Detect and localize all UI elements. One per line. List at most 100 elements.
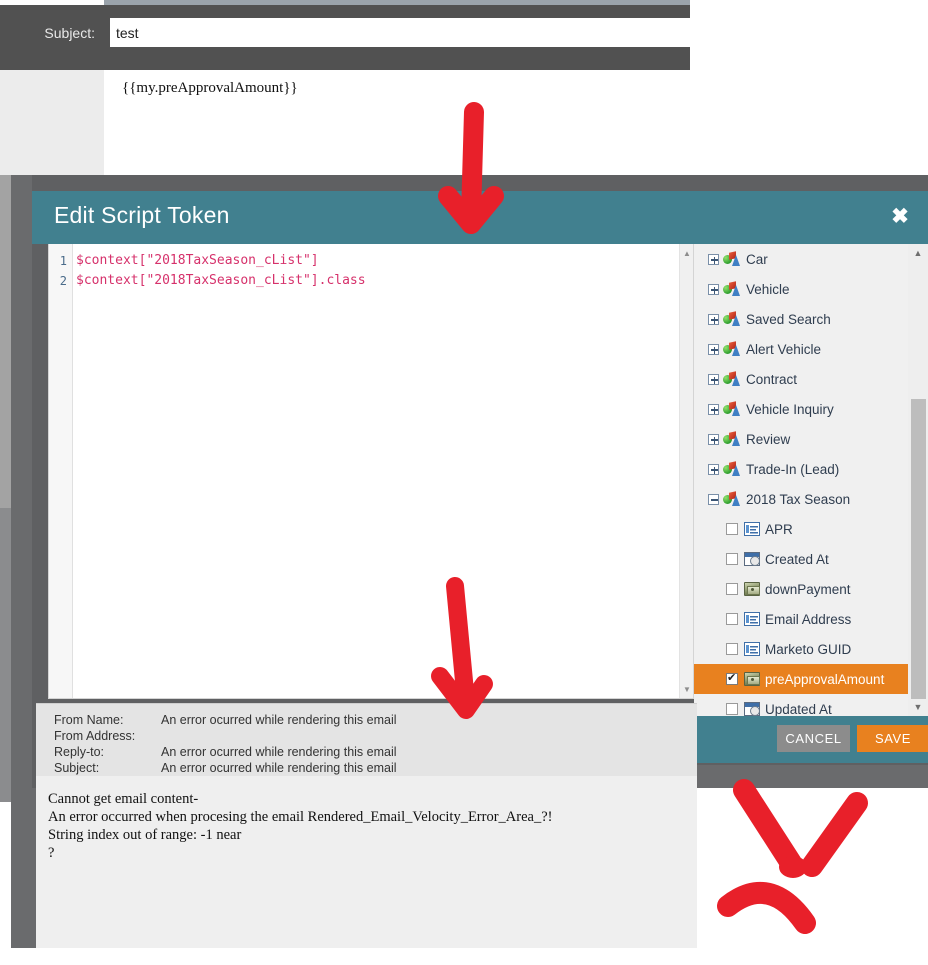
object-icon	[723, 490, 741, 507]
tree-scroll-up-icon[interactable]: ▲	[908, 245, 928, 261]
tree-row-field[interactable]: downPayment	[694, 574, 908, 604]
tree-row-object[interactable]: Vehicle	[694, 274, 908, 304]
tree-row-field[interactable]: Email Address	[694, 604, 908, 634]
tree-row-object[interactable]: Contract	[694, 364, 908, 394]
money-field-icon	[744, 672, 760, 686]
tree-object-label: Vehicle	[746, 281, 790, 297]
tree-row-object[interactable]: Saved Search	[694, 304, 908, 334]
preview-body-line: ?	[48, 845, 55, 861]
tree-field-label: APR	[765, 521, 793, 537]
tree-field-label: Marketo GUID	[765, 641, 852, 657]
field-checkbox[interactable]	[726, 643, 738, 655]
close-x-icon[interactable]: ✖	[888, 206, 912, 230]
code-line: $context["2018TaxSeason_cList"]	[76, 253, 319, 268]
object-icon	[723, 340, 741, 357]
collapse-minus-icon[interactable]	[708, 493, 719, 505]
text-field-icon	[744, 642, 760, 656]
overlay-left-stripe-bottom	[0, 508, 11, 788]
scroll-up-icon[interactable]: ▲	[680, 246, 694, 260]
tree-object-label: Trade-In (Lead)	[746, 461, 840, 477]
cancel-button[interactable]: CANCEL	[777, 725, 850, 752]
script-code-editor[interactable]: 1 2 $context["2018TaxSeason_cList"] $con…	[48, 244, 694, 699]
dialog-title: Edit Script Token	[54, 202, 230, 228]
preview-header-value: An error ocurred while rendering this em…	[161, 745, 397, 759]
expand-plus-icon[interactable]	[708, 343, 719, 355]
tree-scrollbar[interactable]: ▲ ▼	[908, 244, 928, 716]
tree-scroll-down-icon[interactable]: ▼	[908, 699, 928, 715]
preview-body-line: String index out of range: -1 near	[48, 827, 242, 843]
tree-object-label: Review	[746, 431, 791, 447]
email-body-token-text: {{my.preApprovalAmount}}	[122, 80, 298, 96]
tree-row-object[interactable]: Car	[694, 244, 908, 274]
save-button[interactable]: SAVE	[857, 725, 928, 752]
tree-row-field[interactable]: Marketo GUID	[694, 634, 908, 664]
object-icon	[723, 250, 741, 267]
preview-header-value: An error ocurred while rendering this em…	[161, 761, 397, 775]
tree-row-object[interactable]: Alert Vehicle	[694, 334, 908, 364]
tree-object-label: Saved Search	[746, 311, 831, 327]
dialog-footer: CANCEL SAVE	[694, 716, 928, 763]
tree-object-label: Car	[746, 251, 768, 267]
tree-field-label: Email Address	[765, 611, 852, 627]
expand-plus-icon[interactable]	[708, 313, 719, 325]
tree-scroll-thumb[interactable]	[911, 399, 926, 699]
line-number: 2	[59, 274, 67, 288]
tree-field-label: preApprovalAmount	[765, 671, 885, 687]
scroll-down-icon[interactable]: ▼	[680, 682, 694, 696]
tree-row-object[interactable]: 2018 Tax Season	[694, 484, 908, 514]
object-icon	[723, 280, 741, 297]
tree-object-label: Alert Vehicle	[746, 341, 822, 357]
tree-object-label: Contract	[746, 371, 798, 387]
field-checkbox[interactable]	[726, 671, 738, 685]
tree-row-field-selected[interactable]: preApprovalAmount	[694, 664, 908, 694]
token-tree-list: Car Vehicle Saved Search Alert Vehicle Contr…	[694, 244, 908, 716]
expand-plus-icon[interactable]	[708, 403, 719, 415]
money-field-icon	[744, 582, 760, 596]
field-checkbox[interactable]	[726, 583, 738, 595]
code-line-number-gutter: 1 2	[49, 244, 73, 698]
toolbar-strip	[0, 48, 690, 70]
expand-plus-icon[interactable]	[708, 433, 719, 445]
expand-plus-icon[interactable]	[708, 373, 719, 385]
field-checkbox[interactable]	[726, 553, 738, 565]
field-checkbox[interactable]	[726, 703, 738, 715]
text-field-icon	[744, 522, 760, 536]
tree-row-object[interactable]: Vehicle Inquiry	[694, 394, 908, 424]
code-lines[interactable]: $context["2018TaxSeason_cList"] $context…	[76, 251, 675, 291]
tree-row-object[interactable]: Review	[694, 424, 908, 454]
preview-header-label: Reply-to:	[54, 745, 105, 759]
preview-body-line: Cannot get email content-	[48, 791, 199, 807]
line-number: 1	[59, 254, 67, 268]
email-preview-header: From Name: An error ocurred while renderi…	[36, 703, 697, 776]
object-icon	[723, 460, 741, 477]
field-checkbox[interactable]	[726, 523, 738, 535]
preview-left-rail	[11, 788, 36, 948]
code-line: $context["2018TaxSeason_cList"].class	[76, 273, 366, 288]
expand-plus-icon[interactable]	[708, 253, 719, 265]
tree-row-field[interactable]: APR	[694, 514, 908, 544]
tree-row-field[interactable]: Created At	[694, 544, 908, 574]
preview-left-outer-rail	[0, 788, 11, 802]
preview-body-line: An error occurred when procesing the ema…	[48, 809, 553, 825]
code-editor-scrollbar[interactable]: ▲ ▼	[679, 244, 693, 698]
preview-header-label: From Address:	[54, 729, 136, 743]
preview-header-value: An error ocurred while rendering this em…	[161, 713, 397, 727]
field-checkbox[interactable]	[726, 613, 738, 625]
tree-row-field[interactable]: Updated At	[694, 694, 908, 716]
overlay-left-rail	[11, 175, 32, 788]
object-icon	[723, 310, 741, 327]
object-icon	[723, 370, 741, 387]
date-field-icon	[744, 552, 760, 566]
overlay-left-stripe-top	[0, 175, 11, 508]
subject-input[interactable]	[110, 18, 690, 47]
token-tree-panel[interactable]: Car Vehicle Saved Search Alert Vehicle Contr…	[694, 244, 928, 716]
preview-header-label: From Name:	[54, 713, 124, 727]
date-field-icon	[744, 702, 760, 716]
object-icon	[723, 430, 741, 447]
tree-row-object[interactable]: Trade-In (Lead)	[694, 454, 908, 484]
edit-script-token-dialog: Edit Script Token ✖ 1 2 $context["2018Ta…	[32, 191, 928, 788]
object-icon	[723, 400, 741, 417]
expand-plus-icon[interactable]	[708, 283, 719, 295]
tree-object-label: Vehicle Inquiry	[746, 401, 834, 417]
expand-plus-icon[interactable]	[708, 463, 719, 475]
